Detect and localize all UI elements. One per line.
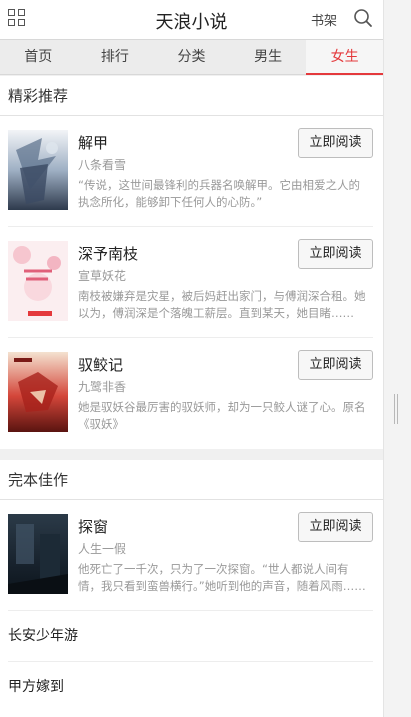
list-item[interactable]: 长安少年游 [8,611,373,662]
book-title[interactable]: 解甲 [78,132,108,153]
scrollbar-handle[interactable] [394,394,398,424]
completed-heading: 完本佳作 [0,460,383,500]
book-item[interactable]: 驭鲛记 九鹭非香 她是驭妖谷最厉害的驭妖师，却为一只鲛人谜了心。原名《驭妖》 立… [8,338,373,449]
read-now-button[interactable]: 立即阅读 [298,350,373,380]
search-icon[interactable] [353,8,373,28]
page: 天浪小说 书架 首页 排行 分类 男生 女生 精彩推荐 解甲 八条看雪 “传说，… [0,0,383,717]
tab-category[interactable]: 分类 [153,40,230,74]
featured-section: 精彩推荐 解甲 八条看雪 “传说，这世间最锋利的兵器名唤解甲。它由相爱之人的执念… [0,76,383,449]
tab-female[interactable]: 女生 [306,40,383,75]
list-item[interactable]: 甲方嫁到 [8,662,373,713]
completed-section: 完本佳作 探窗 人生一假 他死亡了一千次，只为了一次探窗。“世人都说人间有情，我… [0,460,383,717]
book-author: 八条看雪 [78,158,127,172]
book-author: 九鹭非香 [78,380,127,394]
category-tabs: 首页 排行 分类 男生 女生 [0,40,383,75]
featured-heading: 精彩推荐 [0,76,383,116]
book-description: “传说，这世间最锋利的兵器名唤解甲。它由相爱之人的执念所化，能够卸下任何人的心防… [78,178,360,209]
book-description: 他死亡了一千次，只为了一次探窗。“世人都说人间有情，我只看到蛮兽横行。”她听到他… [78,562,366,593]
book-title[interactable]: 探窗 [78,516,108,537]
book-item[interactable]: 解甲 八条看雪 “传说，这世间最锋利的兵器名唤解甲。它由相爱之人的执念所化，能够… [8,116,373,227]
book-item[interactable]: 深予南枝 宣草妖花 南枝被嫌弃是灾星，被后妈赶出家门，与傅润深合租。她以为，傅润… [8,227,373,338]
book-cover[interactable] [8,130,68,210]
book-cover[interactable] [8,514,68,594]
book-title[interactable]: 驭鲛记 [78,354,123,375]
book-author: 人生一假 [78,542,127,556]
book-cover[interactable] [8,352,68,432]
tab-home[interactable]: 首页 [0,40,77,74]
tab-male[interactable]: 男生 [230,40,307,74]
book-cover[interactable] [8,241,68,321]
book-item[interactable]: 探窗 人生一假 他死亡了一千次，只为了一次探窗。“世人都说人间有情，我只看到蛮兽… [8,500,373,611]
read-now-button[interactable]: 立即阅读 [298,512,373,542]
book-description: 她是驭妖谷最厉害的驭妖师，却为一只鲛人谜了心。原名《驭妖》 [78,400,366,431]
tab-ranking[interactable]: 排行 [77,40,154,74]
read-now-button[interactable]: 立即阅读 [298,128,373,158]
book-author: 宣草妖花 [78,269,127,283]
book-description: 南枝被嫌弃是灾星，被后妈赶出家门，与傅润深合租。她以为，傅润深是个落魄工薪层。直… [78,289,366,320]
scrollbar-track[interactable] [383,0,411,717]
book-title[interactable]: 深予南枝 [78,243,138,264]
bookshelf-link[interactable]: 书架 [311,10,337,29]
top-bar: 天浪小说 书架 [0,0,383,40]
read-now-button[interactable]: 立即阅读 [298,239,373,269]
